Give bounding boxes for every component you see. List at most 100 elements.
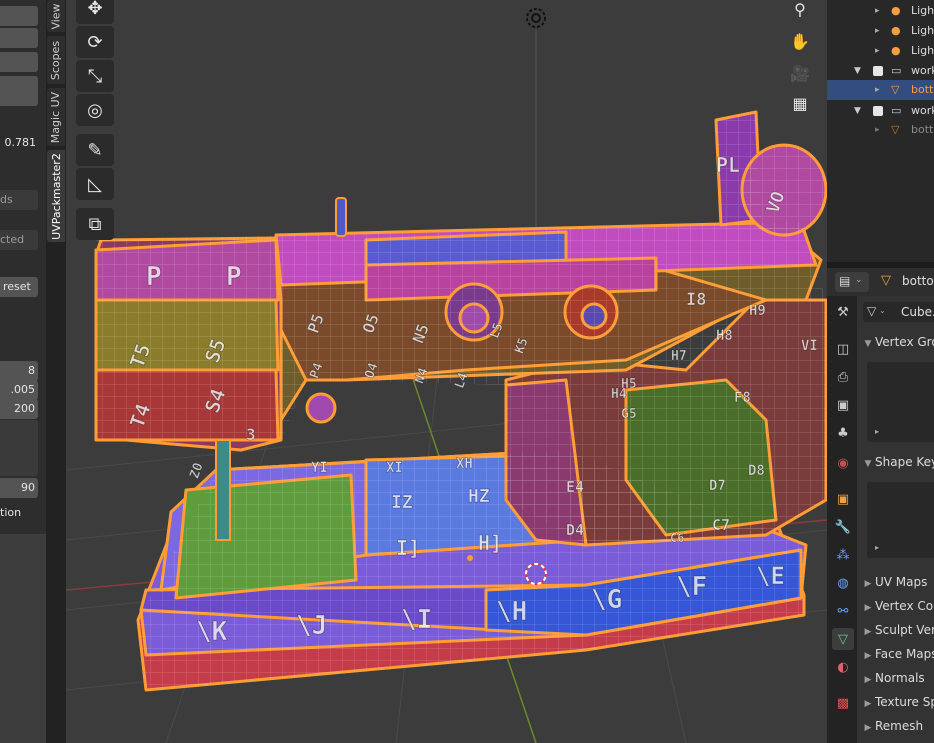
- tab-view-layer[interactable]: ▣: [832, 394, 854, 416]
- tab-constraints[interactable]: ⚯: [832, 600, 854, 622]
- thread-guide[interactable]: [335, 197, 347, 237]
- pan-button[interactable]: ✋: [786, 28, 814, 54]
- editor-type-button[interactable]: ▤ ⌄: [835, 272, 869, 292]
- outliner-row[interactable]: ▼ ▭ work: [827, 61, 934, 81]
- tab-world[interactable]: ◉: [832, 452, 854, 474]
- outliner-row[interactable]: ▸ ▽ botto: [827, 120, 934, 140]
- tab-magic-uv[interactable]: Magic UV: [47, 88, 65, 146]
- sidebar-label-cted: cted: [0, 230, 38, 250]
- panel-label: UV Maps: [875, 575, 928, 589]
- rotate-tool-button[interactable]: ⟳: [76, 26, 114, 58]
- model-label: I]: [396, 536, 420, 560]
- sidebar-empty: [0, 534, 46, 743]
- list-resize-icon[interactable]: ▸: [875, 543, 879, 552]
- mesh-data-icon: ▽: [867, 304, 877, 318]
- hand-icon: ✋: [790, 31, 810, 51]
- shape-keys-list[interactable]: ▸: [867, 482, 934, 558]
- expand-arrow-icon[interactable]: ▼: [854, 101, 861, 121]
- tree-connector-icon: ▸: [875, 125, 880, 135]
- mesh-datablock-field[interactable]: ▽ ⌄ Cube.0: [863, 302, 934, 322]
- tab-physics[interactable]: ◍: [832, 572, 854, 594]
- tab-material[interactable]: ◐: [832, 656, 854, 678]
- scale-tool-button[interactable]: ⤡: [76, 60, 114, 92]
- presser-foot[interactable]: [215, 439, 231, 541]
- panel-sculpt-vertex-colors[interactable]: ▶ Sculpt Ver: [861, 619, 934, 641]
- panel-uv-maps[interactable]: ▶ UV Maps: [861, 571, 934, 593]
- add-cube-tool-button[interactable]: ⧉: [76, 208, 114, 240]
- add-cube-icon: ⧉: [88, 213, 102, 235]
- chevron-right-icon: ▶: [864, 675, 872, 685]
- outliner-row[interactable]: ▸ ● Ligh: [827, 1, 934, 21]
- sidebar-field-2[interactable]: [0, 28, 38, 48]
- chevron-right-icon: ▶: [864, 627, 872, 637]
- measure-tool-button[interactable]: ◺: [76, 168, 114, 200]
- panel-remesh[interactable]: ▶ Remesh: [861, 715, 934, 737]
- model-label: H4: [611, 387, 627, 402]
- panel-label: Sculpt Ver: [875, 623, 934, 637]
- sidebar-value-8[interactable]: 8: [0, 361, 38, 381]
- ortho-toggle-button[interactable]: ▦: [786, 90, 814, 116]
- sidebar-value-200[interactable]: 200: [0, 399, 38, 419]
- tab-output[interactable]: ⎙: [832, 366, 854, 388]
- sidebar-field-4[interactable]: [0, 76, 38, 106]
- outliner-row[interactable]: ▸ ● Ligh: [827, 41, 934, 61]
- panel-vertex-groups[interactable]: ▼ Vertex Gro: [861, 331, 934, 353]
- model-label: HZ: [468, 486, 490, 507]
- tab-view[interactable]: View: [47, 0, 65, 32]
- panel-normals[interactable]: ▶ Normals: [861, 667, 934, 689]
- transform-tool-button[interactable]: ◎: [76, 94, 114, 126]
- tab-particles[interactable]: ⁂: [832, 544, 854, 566]
- sidebar-value-90[interactable]: 90: [0, 478, 38, 498]
- panel-texture-space[interactable]: ▶ Texture Sp: [861, 691, 934, 713]
- tab-modifiers[interactable]: 🔧: [832, 516, 854, 538]
- sidebar-field-1[interactable]: [0, 6, 38, 26]
- annotate-tool-button[interactable]: ✎: [76, 134, 114, 166]
- object-origin-icon: [467, 555, 473, 561]
- panel-face-maps[interactable]: ▶ Face Maps: [861, 643, 934, 665]
- particles-icon: ⁂: [836, 547, 850, 563]
- outliner-row-label: Ligh: [911, 24, 934, 37]
- model-label: D7: [709, 478, 726, 494]
- panel-label: Vertex Co: [875, 599, 934, 613]
- outliner-row[interactable]: ▸ ● Ligh: [827, 21, 934, 41]
- model-label: P: [146, 262, 162, 292]
- camera-icon: 🎥: [790, 63, 810, 83]
- chevron-down-icon: ⌄: [879, 306, 886, 315]
- reset-button[interactable]: reset: [0, 277, 38, 297]
- model-label: XH: [456, 456, 473, 472]
- list-resize-icon[interactable]: ▸: [875, 427, 879, 436]
- move-tool-button[interactable]: ✥: [76, 0, 114, 24]
- tab-scene[interactable]: ♣: [832, 422, 854, 444]
- outliner-row-label: botto: [911, 123, 934, 136]
- model-label: P: [226, 262, 242, 292]
- tab-tool[interactable]: ⚒: [832, 301, 854, 323]
- light-icon[interactable]: [526, 8, 546, 28]
- outliner-row-selected[interactable]: ▸ ▽ botto: [827, 80, 934, 100]
- camera-view-button[interactable]: 🎥: [786, 60, 814, 86]
- light-bulb-icon: ●: [891, 44, 901, 57]
- properties-editor-icon: ▤: [839, 274, 851, 288]
- outliner-panel: ▸ ● Ligh ▸ ● Ligh ▸ ● Ligh ▼ ▭ work ▸ ▽ …: [827, 0, 934, 262]
- tab-texture[interactable]: ▩: [832, 692, 854, 714]
- collection-icon: ▭: [891, 104, 902, 117]
- tab-object[interactable]: ▣: [832, 488, 854, 510]
- checkbox-icon[interactable]: [873, 66, 883, 76]
- sidebar-value-781[interactable]: 0.781: [0, 133, 46, 153]
- model-label: XI: [386, 460, 403, 476]
- vertex-groups-list[interactable]: ▸: [867, 362, 934, 442]
- sidebar-field-3[interactable]: [0, 52, 38, 72]
- checkbox-icon[interactable]: [873, 106, 883, 116]
- tab-render[interactable]: ◫: [832, 338, 854, 360]
- 3d-viewport[interactable]: P P T5 S5 T4 S4 Z0 3 P5 O5 N5 P4 O4 N4 L…: [66, 0, 827, 743]
- model-label: 3: [246, 425, 256, 444]
- expand-arrow-icon[interactable]: ▼: [854, 61, 861, 81]
- sidebar-value-005[interactable]: .005: [0, 380, 38, 400]
- panel-vertex-colors[interactable]: ▶ Vertex Co: [861, 595, 934, 617]
- model-label: Z0: [187, 461, 207, 481]
- tab-scopes[interactable]: Scopes: [47, 36, 65, 84]
- panel-shape-keys[interactable]: ▼ Shape Key: [861, 451, 934, 473]
- model-label: I8: [686, 290, 706, 310]
- outliner-row[interactable]: ▼ ▭ work: [827, 101, 934, 121]
- tab-uvpackmaster2[interactable]: UVPackmaster2: [47, 150, 65, 242]
- tab-object-data[interactable]: ▽: [832, 628, 854, 650]
